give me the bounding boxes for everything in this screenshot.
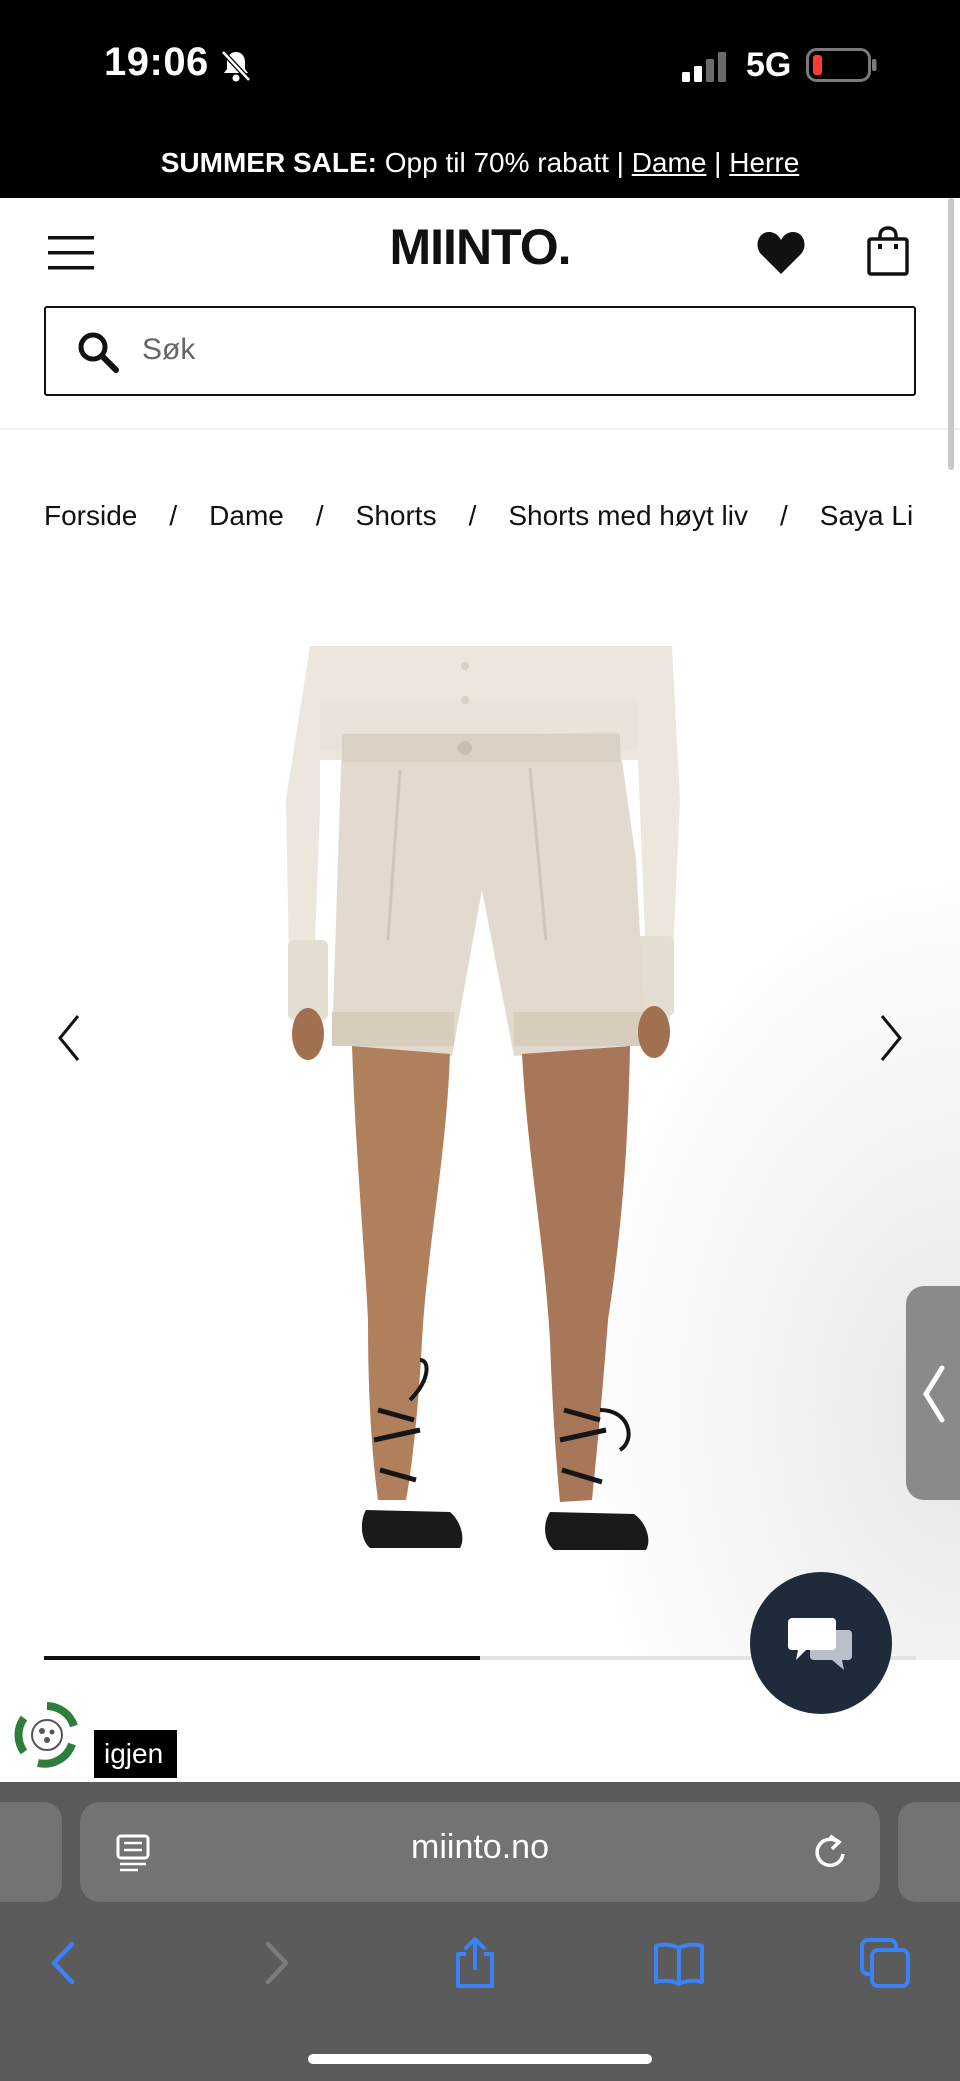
chat-button[interactable] (750, 1572, 892, 1714)
promo-link-men[interactable]: Herre (729, 147, 799, 178)
chat-bubbles-icon (788, 1618, 852, 1670)
next-tab-peek[interactable] (898, 1802, 960, 1902)
chevron-left-icon (923, 1365, 945, 1423)
signal-icon (682, 52, 726, 82)
reload-icon[interactable] (810, 1832, 850, 1872)
next-image-arrow-icon[interactable] (870, 1010, 910, 1066)
breadcrumb-separator: / (468, 500, 477, 531)
gallery-progress-fill (44, 1656, 480, 1660)
product-image[interactable] (260, 640, 700, 1580)
breadcrumb-separator: / (780, 500, 788, 531)
breadcrumb-shorts[interactable]: Shorts (356, 500, 437, 532)
heart-icon[interactable] (756, 230, 806, 276)
breadcrumb-product: Saya Li (819, 500, 914, 531)
breadcrumb: Forside / Dame / Shorts / Shorts med høyt liv /… (44, 500, 924, 540)
status-time: 19:06 (104, 40, 209, 84)
breadcrumb-separator: / (169, 500, 178, 531)
previous-image-arrow-icon[interactable] (50, 1010, 90, 1066)
url-text: miinto.no (411, 1828, 549, 1866)
share-icon[interactable] (448, 1936, 502, 1990)
network-label: 5G (746, 46, 792, 84)
browser-toolbar (0, 1922, 960, 2002)
promo-link-women[interactable]: Dame (632, 147, 707, 178)
tabs-icon[interactable] (858, 1936, 912, 1990)
back-icon[interactable] (38, 1936, 92, 1990)
search-icon (78, 332, 119, 373)
search-box[interactable] (44, 306, 916, 396)
product-gallery (0, 600, 960, 1660)
battery-icon (806, 48, 877, 82)
previous-tab-peek[interactable] (0, 1802, 62, 1902)
page-scrollbar[interactable] (948, 198, 954, 470)
bookmarks-icon[interactable] (652, 1936, 706, 1990)
breadcrumb-home[interactable]: Forside (44, 500, 137, 532)
side-drawer-tab[interactable] (906, 1286, 960, 1500)
eco-recycle-badge-icon[interactable] (12, 1700, 82, 1770)
breadcrumb-separator: / (315, 500, 324, 531)
home-indicator (308, 2054, 652, 2064)
address-bar[interactable]: miinto.no (80, 1802, 880, 1902)
promo-separator: | (706, 147, 730, 178)
status-bar: 19:06 5G (0, 0, 960, 128)
site-header: MIINTO. (0, 198, 960, 430)
browser-bottom-bar: miinto.no (0, 1782, 960, 2081)
forward-icon (265, 1941, 289, 1985)
promo-banner: SUMMER SALE: Opp til 70% rabatt | Dame |… (0, 128, 960, 198)
promo-text: Opp til 70% rabatt | (376, 147, 632, 178)
breadcrumb-high-waist-shorts[interactable]: Shorts med høyt liv (508, 500, 748, 532)
search-input[interactable] (142, 322, 882, 378)
breadcrumb-women[interactable]: Dame (209, 500, 284, 532)
again-label: igjen (94, 1730, 178, 1778)
site-logo[interactable]: MIINTO. (0, 218, 960, 276)
bell-slash-icon (221, 50, 251, 82)
shopping-bag-icon[interactable] (866, 226, 910, 276)
promo-bold: SUMMER SALE: (160, 147, 377, 178)
